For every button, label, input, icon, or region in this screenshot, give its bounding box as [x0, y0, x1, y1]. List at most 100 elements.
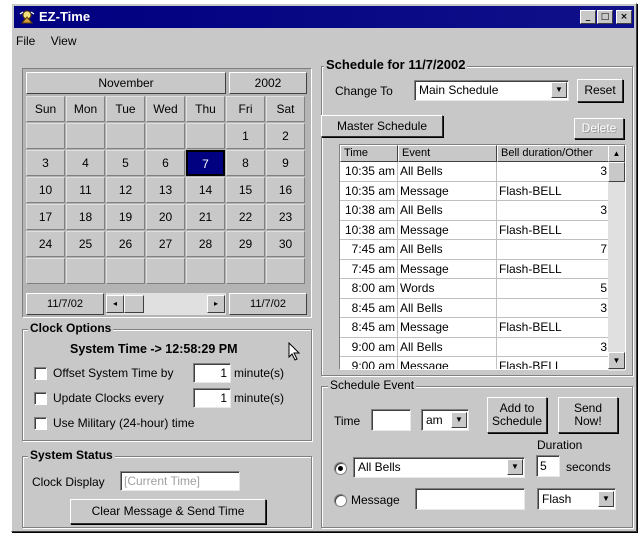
title-bar[interactable]: EZ-Time _ □ × [14, 6, 634, 28]
add-to-schedule-button[interactable]: Add to Schedule [487, 397, 547, 433]
table-row[interactable]: 9:00 am All Bells 3 [340, 337, 610, 357]
calendar-day[interactable]: 25 [66, 231, 105, 257]
column-header-time[interactable]: Time [340, 145, 398, 162]
chevron-down-icon[interactable]: ▼ [507, 459, 523, 475]
calendar-day[interactable]: 7 [186, 150, 225, 176]
chevron-down-icon[interactable]: ▼ [551, 82, 567, 98]
cell-other: 5 [497, 279, 610, 298]
send-now-button[interactable]: Send Now! [558, 397, 618, 433]
app-icon [18, 8, 36, 26]
update-checkbox[interactable] [34, 392, 47, 405]
time-label: Time [334, 414, 361, 428]
reset-button[interactable]: Reset [577, 79, 623, 102]
message-radio[interactable] [334, 494, 347, 507]
calendar-day[interactable]: 4 [66, 150, 105, 176]
calendar-day[interactable]: 12 [106, 177, 145, 203]
calendar-year[interactable]: 2002 [229, 72, 307, 94]
column-header-other[interactable]: Bell duration/Other [497, 145, 610, 162]
ampm-value: am [426, 413, 443, 427]
table-scrollbar[interactable]: ▲ ▼ [608, 145, 625, 371]
calendar-day[interactable]: 6 [146, 150, 185, 176]
table-row[interactable]: 8:45 am All Bells 3 [340, 298, 610, 318]
calendar-day[interactable]: 16 [266, 177, 305, 203]
table-row[interactable]: 9:00 am Message Flash-BELL [340, 357, 610, 369]
ampm-select[interactable]: am ▼ [421, 409, 469, 431]
table-scroll-thumb[interactable] [608, 162, 625, 182]
calendar-day[interactable]: 27 [146, 231, 185, 257]
chevron-down-icon[interactable]: ▼ [598, 491, 614, 507]
time-field[interactable] [371, 409, 411, 431]
delete-button[interactable]: Delete [574, 118, 624, 139]
calendar-day[interactable]: 20 [146, 204, 185, 230]
calendar-day[interactable]: 29 [226, 231, 265, 257]
table-row[interactable]: 10:38 am Message Flash-BELL [340, 220, 610, 240]
calendar-day[interactable]: 11 [66, 177, 105, 203]
maximize-button[interactable]: □ [597, 10, 613, 24]
schedule-event-heading: Schedule Event [328, 378, 417, 392]
calendar-day[interactable]: 17 [26, 204, 65, 230]
cell-time: 9:00 am [340, 337, 398, 357]
calendar-day[interactable]: 15 [226, 177, 265, 203]
table-row[interactable]: 8:00 am Words 5 [340, 279, 610, 299]
calendar-day[interactable]: 30 [266, 231, 305, 257]
calendar-day[interactable]: 13 [146, 177, 185, 203]
master-schedule-button[interactable]: Master Schedule [321, 115, 443, 137]
calendar-day[interactable]: 22 [226, 204, 265, 230]
start-date[interactable]: 11/7/02 [26, 293, 104, 315]
calendar-day[interactable]: 28 [186, 231, 225, 257]
column-header-event[interactable]: Event [398, 145, 497, 162]
calendar-day[interactable]: 14 [186, 177, 225, 203]
bells-radio[interactable] [334, 462, 347, 475]
table-row[interactable]: 10:38 am All Bells 3 [340, 201, 610, 221]
date-scrollbar[interactable]: ◂ ▸ [106, 293, 226, 315]
system-status-heading: System Status [28, 448, 115, 462]
scroll-up-icon[interactable]: ▲ [608, 145, 625, 162]
menu-view[interactable]: View [51, 34, 77, 48]
menu-file[interactable]: File [16, 34, 35, 48]
flash-select[interactable]: Flash ▼ [537, 488, 616, 510]
calendar-day[interactable]: 8 [226, 150, 265, 176]
menu-bar: File View [16, 34, 88, 52]
scroll-thumb[interactable] [124, 295, 144, 313]
table-row[interactable]: 7:45 am All Bells 7 [340, 240, 610, 260]
schedule-select[interactable]: Main Schedule ▼ [414, 80, 569, 101]
table-row[interactable]: 10:35 am Message Flash-BELL [340, 181, 610, 201]
calendar-day[interactable]: 2 [266, 123, 305, 149]
duration-field[interactable]: 5 [536, 455, 560, 477]
clock-display-field[interactable]: [Current Time] [120, 471, 240, 491]
calendar-day[interactable]: 21 [186, 204, 225, 230]
end-date[interactable]: 11/7/02 [229, 293, 307, 315]
close-button[interactable]: × [616, 10, 632, 24]
calendar-day[interactable]: 26 [106, 231, 145, 257]
calendar-day[interactable]: 9 [266, 150, 305, 176]
offset-minutes-field[interactable]: 1 [193, 363, 231, 383]
calendar-day[interactable]: 10 [26, 177, 65, 203]
calendar-month[interactable]: November [26, 72, 226, 94]
chevron-down-icon[interactable]: ▼ [451, 412, 467, 428]
calendar-day[interactable]: 1 [226, 123, 265, 149]
calendar-day[interactable]: 18 [66, 204, 105, 230]
table-row[interactable]: 10:35 am All Bells 3 [340, 162, 610, 182]
calendar-day[interactable]: 23 [266, 204, 305, 230]
bells-select[interactable]: All Bells ▼ [353, 457, 525, 478]
clear-message-button[interactable]: Clear Message & Send Time [70, 499, 266, 524]
weekday-header: Wed [146, 96, 185, 122]
scroll-left-icon[interactable]: ◂ [106, 295, 124, 313]
calendar-day[interactable]: 5 [106, 150, 145, 176]
scroll-right-icon[interactable]: ▸ [207, 295, 225, 313]
table-row[interactable]: 8:45 am Message Flash-BELL [340, 318, 610, 338]
minimize-icon: _ [585, 12, 591, 22]
scroll-down-icon[interactable]: ▼ [608, 352, 625, 369]
minimize-button[interactable]: _ [580, 10, 596, 24]
calendar-day[interactable]: 24 [26, 231, 65, 257]
weekday-header: Thu [186, 96, 225, 122]
offset-checkbox[interactable] [34, 367, 47, 380]
table-row[interactable]: 7:45 am Message Flash-BELL [340, 259, 610, 279]
cell-time: 10:35 am [340, 181, 398, 201]
message-field[interactable] [415, 488, 525, 510]
calendar-empty-cell [226, 258, 265, 284]
update-minutes-field[interactable]: 1 [193, 388, 231, 408]
military-time-checkbox[interactable] [34, 417, 47, 430]
calendar-day[interactable]: 3 [26, 150, 65, 176]
calendar-day[interactable]: 19 [106, 204, 145, 230]
